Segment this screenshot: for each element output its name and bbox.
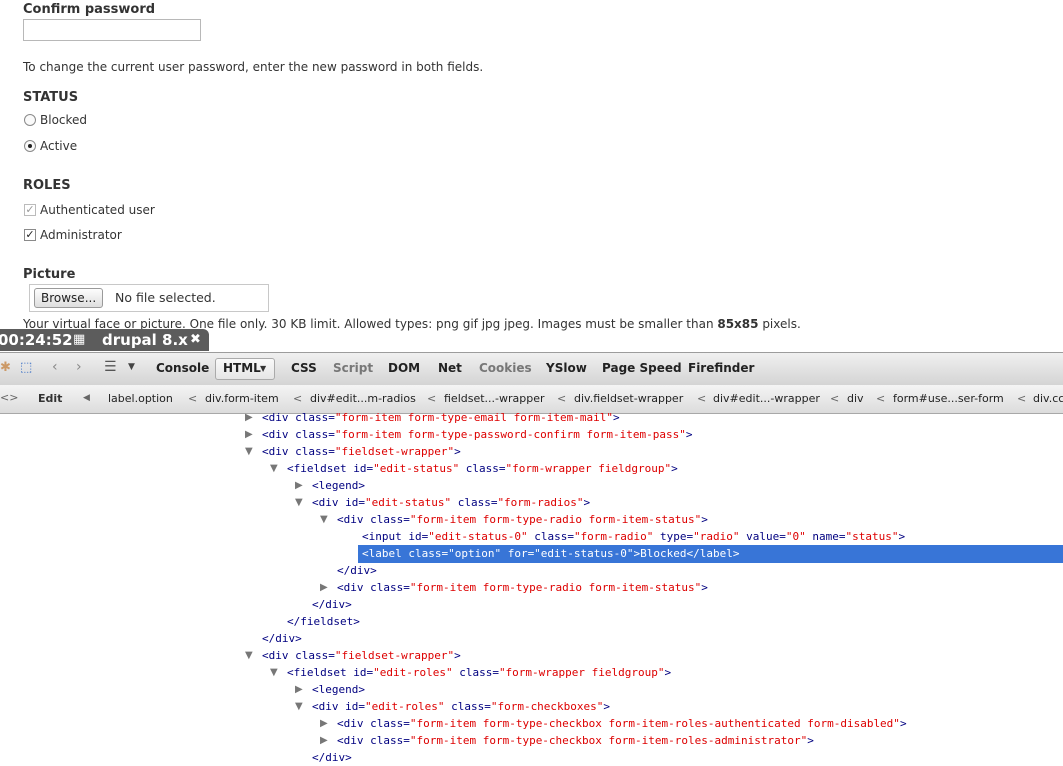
breadcrumb-item[interactable]: div.fieldset-wrapper [574,392,683,405]
collapsed-twisty-icon[interactable]: ▶ [295,684,303,695]
edit-button[interactable]: Edit [38,392,62,405]
breadcrumb-separator: < [830,392,840,405]
tab-page-speed[interactable]: Page Speed [602,361,682,375]
firebug-icon[interactable]: ✱ [0,360,11,375]
html-node[interactable]: <fieldset id="edit-roles" class="form-wr… [287,664,671,681]
role-authenticated-checkbox: ✓ [24,203,36,216]
breadcrumb-item[interactable]: div#edit...-wrapper [713,392,820,405]
chevron-down-icon[interactable]: ▼ [128,362,135,372]
breadcrumb-item[interactable]: div [847,392,864,405]
breadcrumb-item[interactable]: label.option [108,392,173,405]
html-node[interactable]: <div class="form-item form-type-password… [262,426,692,443]
status-active-radio[interactable] [24,140,36,152]
breadcrumb-separator: < [293,392,303,405]
html-node[interactable]: <div class="fieldset-wrapper"> [262,647,461,664]
breadcrumb-separator: < [557,392,567,405]
picture-heading: Picture [23,267,76,282]
breadcrumb-separator: < [1017,392,1027,405]
password-hint: To change the current user password, ent… [23,60,484,74]
collapsed-twisty-icon[interactable]: ▶ [320,735,328,746]
forward-icon[interactable]: › [76,359,82,375]
html-node[interactable]: <legend> [312,681,365,698]
scroll-left-icon[interactable]: ◀ [83,393,90,403]
tab-html[interactable]: HTML [223,361,261,375]
file-status: No file selected. [115,290,216,305]
breadcrumb-separator: < [188,392,198,405]
collapsed-twisty-icon[interactable]: ▶ [245,429,253,440]
html-node[interactable]: <div id="edit-roles" class="form-checkbo… [312,698,610,715]
html-node-selected[interactable]: <label class="option" for="edit-status-0… [362,545,740,562]
confirm-password-label: Confirm password [23,2,156,17]
collapsed-twisty-icon[interactable]: ▶ [320,582,328,593]
breadcrumb-item[interactable]: div#edit...m-radios [310,392,416,405]
collapsed-twisty-icon[interactable]: ▶ [320,718,328,729]
tab-html-chevron-icon[interactable]: ▼ [260,364,266,373]
breadcrumb-item[interactable]: form#use...ser-form [893,392,1004,405]
html-node[interactable]: <div class="form-item form-type-checkbox… [337,715,907,732]
html-node[interactable]: </div> [262,630,302,647]
tab-script[interactable]: Script [333,361,373,375]
tab-dom[interactable]: DOM [388,361,420,375]
role-administrator-label[interactable]: Administrator [40,228,122,242]
html-node[interactable]: <legend> [312,477,365,494]
confirm-password-input[interactable] [23,19,201,41]
expanded-twisty-icon[interactable]: ▼ [295,701,303,712]
breadcrumb-item[interactable]: div.cc [1033,392,1063,405]
firebug-site: drupal 8.x [102,331,188,349]
expanded-twisty-icon[interactable]: ▼ [245,446,253,457]
tab-cookies[interactable]: Cookies [479,361,532,375]
html-node[interactable]: <div class="form-item form-type-checkbox… [337,732,814,749]
status-blocked-radio[interactable] [24,114,36,126]
tab-firefinder[interactable]: Firefinder [688,361,754,375]
tab-net[interactable]: Net [438,361,462,375]
status-blocked-label[interactable]: Blocked [40,113,87,127]
back-icon[interactable]: ‹ [52,359,58,375]
breadcrumb-item[interactable]: div.form-item [205,392,279,405]
breadcrumb-separator: < [697,392,707,405]
expanded-twisty-icon[interactable]: ▼ [270,463,278,474]
html-node[interactable]: </div> [337,562,377,579]
close-icon[interactable]: ✖ [190,329,201,351]
firebug-status-badge: 00:24:52 ▦ drupal 8.x ✖ [0,329,209,351]
tab-console[interactable]: Console [156,361,209,375]
html-node[interactable]: <div class="form-item form-type-radio fo… [337,579,708,596]
roles-heading: ROLES [23,178,71,193]
breadcrumb-separator: < [427,392,437,405]
collapsed-twisty-icon[interactable]: ▶ [245,412,253,423]
qr-icon: ▦ [73,332,86,347]
tab-css[interactable]: CSS [291,361,317,375]
firebug-time: 00:24:52 [0,331,73,349]
breadcrumb-separator: < [876,392,886,405]
code-icon[interactable]: <> [0,391,18,404]
html-node[interactable]: <fieldset id="edit-status" class="form-w… [287,460,678,477]
html-node[interactable]: <div class="fieldset-wrapper"> [262,443,461,460]
breadcrumb-item[interactable]: fieldset...-wrapper [444,392,545,405]
firebug-toolbar: ✱ ⬚ ‹ › ☰ ▼ Console HTML ▼ CSS Script DO… [0,352,1063,386]
html-node[interactable]: </fieldset> [287,613,360,630]
html-node[interactable]: <input id="edit-status-0" class="form-ra… [362,528,905,545]
inspect-icon[interactable]: ⬚ [20,360,32,375]
role-authenticated-label: Authenticated user [40,203,155,217]
status-active-label[interactable]: Active [40,139,77,153]
expanded-twisty-icon[interactable]: ▼ [295,497,303,508]
collapsed-twisty-icon[interactable]: ▶ [295,480,303,491]
html-node[interactable]: <div id="edit-status" class="form-radios… [312,494,590,511]
html-node[interactable]: <div class="form-item form-type-radio fo… [337,511,708,528]
expanded-twisty-icon[interactable]: ▼ [270,667,278,678]
status-heading: STATUS [23,90,79,105]
menu-icon[interactable]: ☰ [104,359,117,375]
picture-file-input[interactable]: Browse... No file selected. [29,284,269,312]
tab-yslow[interactable]: YSlow [546,361,587,375]
expanded-twisty-icon[interactable]: ▼ [320,514,328,525]
html-node[interactable]: </div> [312,596,352,613]
expanded-twisty-icon[interactable]: ▼ [245,650,253,661]
role-administrator-checkbox[interactable]: ✓ [24,229,36,241]
browse-button[interactable]: Browse... [34,288,104,308]
html-node[interactable]: <div class="form-item form-type-email fo… [262,409,620,426]
